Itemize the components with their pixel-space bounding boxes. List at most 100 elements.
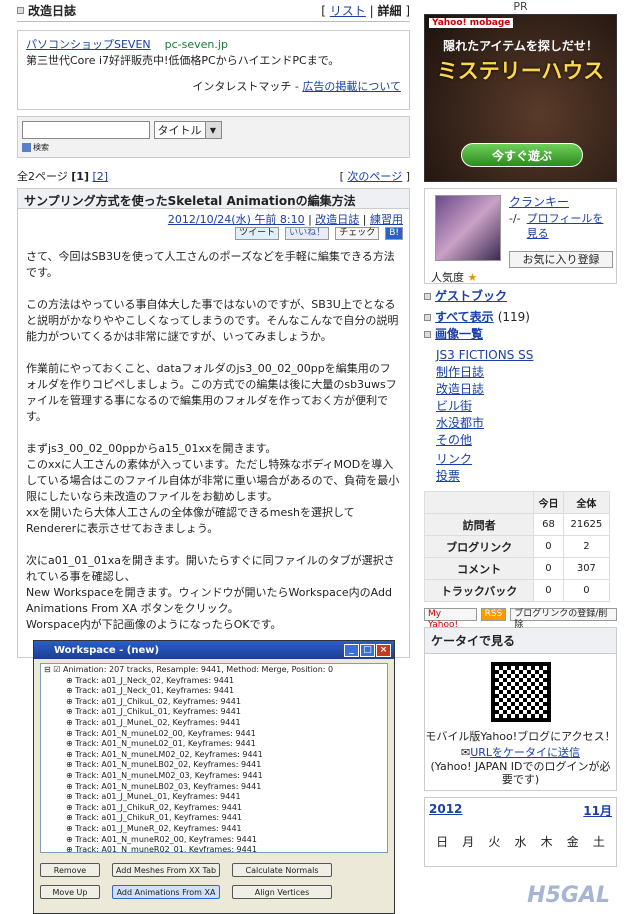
- ad-link[interactable]: パソコンショップSEVEN: [26, 38, 151, 51]
- post-paragraph: さて、今回はSB3Uを使って人工さんのポーズなどを手軽に編集できる方法です。: [26, 250, 395, 279]
- vote-link[interactable]: 投票: [436, 468, 460, 485]
- tree-track[interactable]: ⊕ Track: a01_J_MuneL_02, Keyframes: 9441: [44, 718, 384, 729]
- banner-brand: Yahoo! mobage: [429, 18, 514, 28]
- blog-header: 改造日誌 [ リスト | 詳細 ]: [17, 0, 410, 22]
- post-paragraph: 作業前にやっておくこと、dataフォルダのjs3_00_02_00ppを編集用の…: [26, 362, 397, 423]
- search-icon: [22, 143, 31, 152]
- show-all-link[interactable]: すべて表示: [435, 309, 494, 326]
- tree-track[interactable]: ⊕ Track: a01_J_ChikuL_01, Keyframes: 944…: [44, 707, 384, 718]
- pr-label: PR: [513, 0, 528, 13]
- next-page-link[interactable]: 次のページ: [347, 170, 402, 183]
- detail-link[interactable]: 詳細: [377, 4, 401, 18]
- banner-headline: 隠れたアイテムを探しだせ！: [443, 39, 598, 53]
- ad-provider-link[interactable]: 広告の掲載について: [302, 80, 401, 93]
- guestbook-link[interactable]: ゲストブック: [435, 288, 507, 305]
- maximize-icon[interactable]: □: [360, 643, 375, 657]
- bloglink-button[interactable]: ブログリンクの登録/削除: [510, 608, 617, 630]
- tree-track[interactable]: ⊕ Track: a01_J_MuneR_02, Keyframes: 9441: [44, 824, 384, 835]
- category-link[interactable]: その他: [436, 432, 472, 449]
- tweet-button[interactable]: ツイート: [235, 226, 280, 240]
- tree-root[interactable]: ⊟ ☑ Animation: 207 tracks, Resample: 944…: [44, 665, 384, 676]
- profile-link[interactable]: プロフィールを見る: [527, 211, 609, 241]
- search-button[interactable]: 検索: [22, 142, 405, 153]
- profile-name[interactable]: クランキー: [509, 195, 569, 209]
- list-link[interactable]: リスト: [330, 4, 366, 18]
- access-stats: 今日 全体 訪問者 68 21625 ブログリンク 0 2 コメント 0 307 トラックバッ…: [423, 491, 611, 602]
- like-button[interactable]: いいね！: [285, 226, 330, 240]
- banner-cta-button[interactable]: 今すぐ遊ぶ: [461, 143, 583, 167]
- calendar: 2012 11月 日月火水木金土: [424, 797, 617, 867]
- qr-code: [490, 662, 551, 722]
- post-paragraph: 次にa01_01_01xaを開きます。開いたらすぐに同ファイルのタブが選択されて…: [26, 554, 395, 631]
- ad-provider: インタレストマッチ: [192, 80, 292, 93]
- page-2-link[interactable]: [2]: [93, 170, 109, 183]
- post-title[interactable]: サンプリング方式を使ったSkeletal Animationの編集方法: [18, 189, 409, 209]
- image-icon: [424, 331, 431, 338]
- add-animations-button[interactable]: Add Animations From XA: [112, 885, 220, 899]
- tree-track[interactable]: ⊕ Track: A01_N_muneL02_01, Keyframes: 94…: [44, 739, 384, 750]
- tree-track[interactable]: ⊕ Track: a01_J_ChikuR_01, Keyframes: 944…: [44, 813, 384, 824]
- ad-text: 第三世代Core i7好評販売中!低価格PCからハイエンドPCまで。: [26, 54, 340, 67]
- align-vertices-button[interactable]: Align Vertices: [232, 885, 332, 899]
- main-column: 改造日誌 [ リスト | 詳細 ] パソコンショップSEVEN pc-seven…: [17, 0, 410, 658]
- mail-icon: ✉: [460, 746, 471, 759]
- post-date[interactable]: 2012/10/24(水) 午前 8:10: [168, 213, 305, 226]
- category-link[interactable]: 水没都市: [436, 415, 484, 432]
- minimize-icon[interactable]: _: [344, 643, 359, 657]
- post-category-1[interactable]: 改造日誌: [315, 213, 359, 226]
- calculate-normals-button[interactable]: Calculate Normals: [232, 863, 332, 877]
- square-icon: [17, 7, 24, 14]
- avatar[interactable]: [435, 195, 501, 261]
- sidebar: PR Yahoo! mobage 隠れたアイテムを探しだせ！ ミステリーハウス …: [423, 0, 617, 867]
- tree-track[interactable]: ⊕ Track: A01_N_muneLB02_03, Keyframes: 9…: [44, 782, 384, 793]
- tree-track[interactable]: ⊕ Track: A01_N_muneLM02_03, Keyframes: 9…: [44, 771, 384, 782]
- rss-button[interactable]: RSS: [480, 608, 507, 621]
- calendar-year[interactable]: 2012: [429, 802, 462, 819]
- tree-track[interactable]: ⊕ Track: a01_J_Neck_01, Keyframes: 9441: [44, 686, 384, 697]
- hatena-button[interactable]: B!: [385, 226, 403, 240]
- category-link[interactable]: 改造日誌: [436, 381, 484, 398]
- my-yahoo-button[interactable]: My Yahoo!: [424, 608, 477, 630]
- links-link[interactable]: リンク: [436, 451, 472, 468]
- banner-title: ミステリーハウス: [436, 59, 605, 83]
- search-input[interactable]: [22, 121, 150, 139]
- game-banner[interactable]: Yahoo! mobage 隠れたアイテムを探しだせ！ ミステリーハウス 今すぐ…: [424, 14, 617, 182]
- chevron-down-icon: ▼: [204, 122, 221, 138]
- add-meshes-button[interactable]: Add Meshes From XX Tab: [112, 863, 220, 877]
- search-select[interactable]: タイトル ▼: [153, 121, 222, 139]
- sidebar-links: ゲストブック すべて表示 (119) 画像一覧 JS3 FICTIONS SS 制…: [424, 288, 617, 485]
- favorite-button[interactable]: お気に入り登録: [509, 251, 613, 268]
- workspace-screenshot: Workspace - (new) _ □ × ⊟ ☑ Animation: 207…: [33, 640, 395, 914]
- tree-track[interactable]: ⊕ Track: a01_J_ChikuL_02, Keyframes: 944…: [44, 697, 384, 708]
- search-box: タイトル ▼ 検索: [17, 116, 410, 158]
- close-icon[interactable]: ×: [376, 643, 391, 657]
- images-link[interactable]: 画像一覧: [435, 326, 483, 343]
- category-link[interactable]: ビル街: [436, 398, 472, 415]
- ad-url[interactable]: pc-seven.jp: [165, 38, 228, 51]
- send-url-link[interactable]: URLをケータイに送信: [470, 746, 580, 759]
- star-icon: ★: [467, 271, 478, 284]
- remove-button[interactable]: Remove: [40, 863, 100, 877]
- tree-track[interactable]: ⊕ Track: A01_N_muneLB02_02, Keyframes: 9…: [44, 760, 384, 771]
- tree-track[interactable]: ⊕ Track: A01_N_muneLM02_02, Keyframes: 9…: [44, 750, 384, 761]
- animation-tree[interactable]: ⊟ ☑ Animation: 207 tracks, Resample: 944…: [40, 663, 388, 853]
- tree-track[interactable]: ⊕ Track: A01_N_muneL02_00, Keyframes: 94…: [44, 729, 384, 740]
- tree-track[interactable]: ⊕ Track: a01_J_MuneL_01, Keyframes: 9441: [44, 792, 384, 803]
- profile-box: クランキー -/- プロフィールを見る お気に入り登録 人気度 ★: [424, 188, 617, 284]
- move-up-button[interactable]: Move Up: [40, 885, 100, 899]
- post-body: さて、今回はSB3Uを使って人工さんのポーズなどを手軽に編集できる方法です。 こ…: [18, 241, 409, 657]
- tree-track[interactable]: ⊕ Track: A01_N_muneR02_00, Keyframes: 94…: [44, 835, 384, 846]
- category-link[interactable]: JS3 FICTIONS SS: [436, 347, 533, 364]
- tree-track[interactable]: ⊕ Track: A01_N_muneR02_01, Keyframes: 94…: [44, 845, 384, 852]
- feed-buttons: My Yahoo! RSS ブログリンクの登録/削除: [424, 608, 617, 630]
- post-category-2[interactable]: 練習用: [370, 213, 403, 226]
- check-button[interactable]: チェック: [335, 226, 380, 240]
- category-link[interactable]: 制作日誌: [436, 364, 484, 381]
- tree-track[interactable]: ⊕ Track: a01_J_ChikuR_02, Keyframes: 944…: [44, 803, 384, 814]
- list-icon: [424, 314, 431, 321]
- mobile-text: モバイル版Yahoo!ブログにアクセス！: [425, 730, 616, 743]
- page-current: [1]: [71, 170, 89, 183]
- calendar-next-month[interactable]: 11月: [583, 802, 612, 819]
- tree-track[interactable]: ⊕ Track: a01_J_Neck_02, Keyframes: 9441: [44, 676, 384, 687]
- share-bar: ツイート いいね！ チェック B!: [18, 225, 409, 241]
